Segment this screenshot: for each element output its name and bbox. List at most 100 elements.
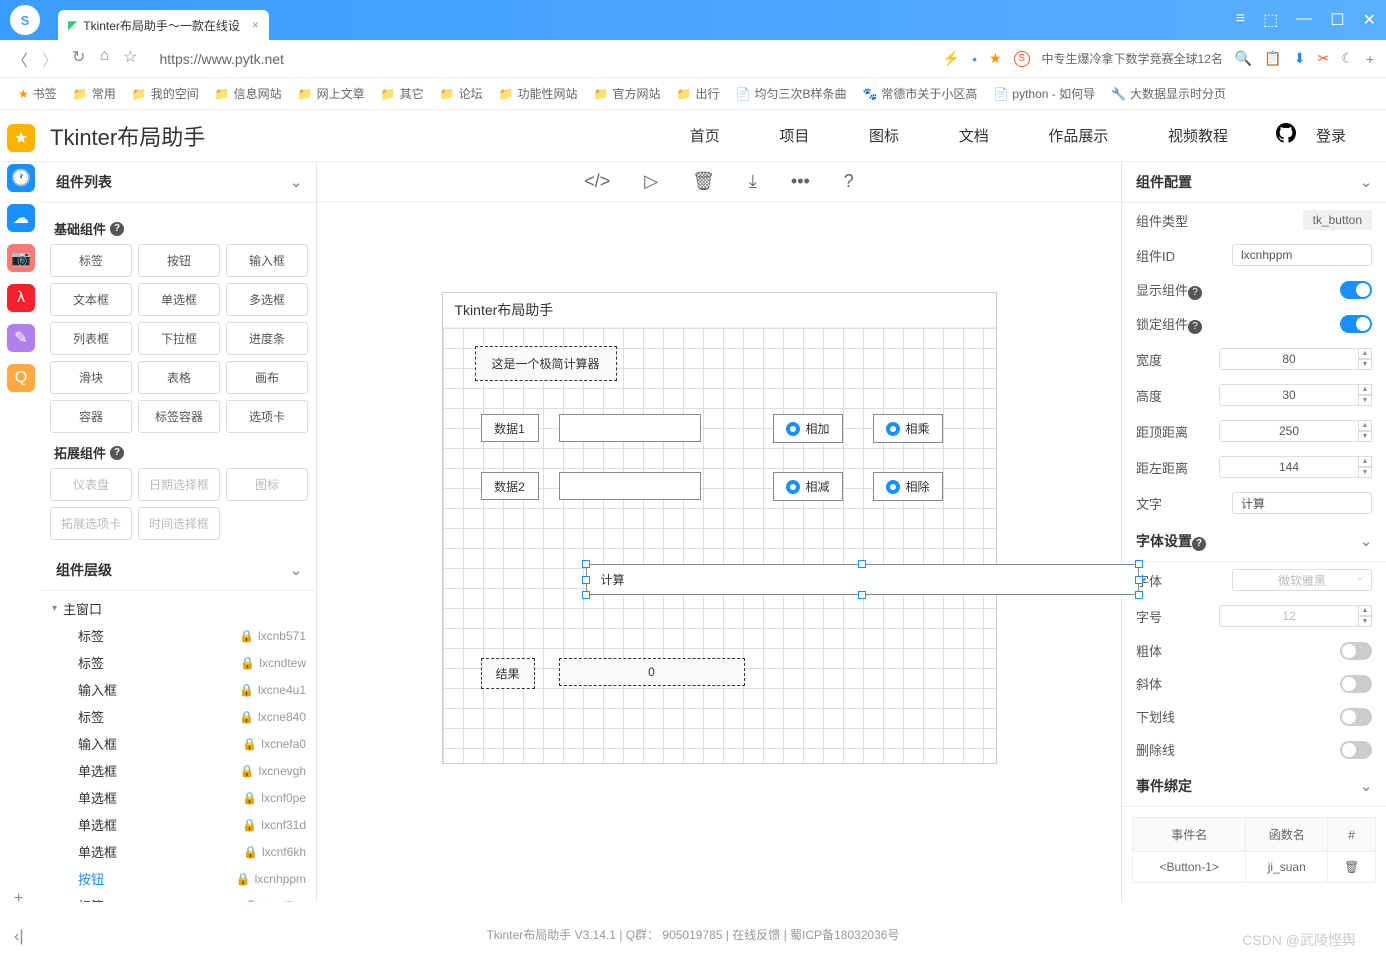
props-header[interactable]: 组件配置⌄ — [1122, 162, 1386, 203]
back-icon[interactable]: 〈 — [12, 47, 28, 71]
bm-9[interactable]: 出行 — [695, 85, 719, 102]
palette-标签容器[interactable]: 标签容器 — [138, 400, 220, 433]
spin-up[interactable]: ▲ — [1358, 384, 1372, 395]
reload-icon[interactable]: ↻ — [72, 47, 85, 71]
palette-按钮[interactable]: 按钮 — [138, 244, 220, 277]
palette-表格[interactable]: 表格 — [138, 361, 220, 394]
widget-data1-label[interactable]: 数据1 — [481, 414, 539, 442]
palette-单选框[interactable]: 单选框 — [138, 283, 220, 316]
rail-icon-4[interactable]: 📷 — [7, 244, 35, 272]
close-icon[interactable]: × — [252, 18, 259, 32]
help-icon[interactable]: ? — [110, 222, 124, 236]
palette-画布[interactable]: 画布 — [226, 361, 308, 394]
bm-5[interactable]: 其它 — [400, 85, 424, 102]
tree-root[interactable]: ▾主窗口 — [52, 595, 306, 622]
widget-radio-div[interactable]: 相除 — [873, 472, 943, 501]
dot-icon[interactable]: • — [972, 51, 977, 67]
nav-home[interactable]: 首页 — [690, 128, 720, 145]
bm-1[interactable]: 常用 — [92, 85, 116, 102]
moon-icon[interactable]: ☾ — [1341, 50, 1354, 67]
news-text[interactable]: 中专生爆冷拿下数学竞赛全球12名 — [1042, 50, 1223, 67]
palette-进度条[interactable]: 进度条 — [226, 322, 308, 355]
palette-输入框[interactable]: 输入框 — [226, 244, 308, 277]
tree-item[interactable]: 按钮🔒lxcnhppm — [52, 865, 306, 892]
widget-result-value[interactable]: 0 — [559, 658, 745, 686]
nav-project[interactable]: 项目 — [779, 128, 809, 145]
rail-icon-2[interactable]: 🕐 — [7, 164, 35, 192]
tree-item[interactable]: 单选框🔒lxcnf6kh — [52, 838, 306, 865]
prop-size-input[interactable] — [1219, 605, 1359, 627]
nav-docs[interactable]: 文档 — [959, 128, 989, 145]
rail-icon-6[interactable]: ✎ — [7, 324, 35, 352]
tree-item[interactable]: 标签🔒lxcni7sa — [52, 892, 306, 902]
spin-up[interactable]: ▲ — [1358, 348, 1372, 359]
bm-6[interactable]: 论坛 — [459, 85, 483, 102]
scissors-icon[interactable]: ✂ — [1318, 50, 1330, 67]
widget-radio-sub[interactable]: 相减 — [773, 472, 843, 501]
spin-down[interactable]: ▼ — [1358, 467, 1372, 478]
download-icon[interactable]: ⬇ — [1294, 50, 1306, 67]
palette-列表框[interactable]: 列表框 — [50, 322, 132, 355]
palette-下拉框[interactable]: 下拉框 — [138, 322, 220, 355]
tree-item[interactable]: 标签🔒lxcne840 — [52, 703, 306, 730]
spin-down[interactable]: ▼ — [1358, 431, 1372, 442]
rail-icon-3[interactable]: ☁ — [7, 204, 35, 232]
prop-show-toggle[interactable] — [1340, 281, 1372, 299]
widget-radio-add[interactable]: 相加 — [773, 414, 843, 443]
widget-data1-input[interactable] — [559, 414, 701, 442]
nav-gallery[interactable]: 作品展示 — [1048, 128, 1108, 145]
win-icon1[interactable]: ≡ — [1236, 10, 1245, 30]
win-icon2[interactable]: ⬚ — [1263, 10, 1278, 30]
search-icon[interactable]: 🔍 — [1235, 50, 1252, 67]
translate-icon[interactable]: 📋 — [1264, 50, 1281, 67]
code-icon[interactable]: </> — [584, 171, 610, 192]
prop-italic-toggle[interactable] — [1340, 675, 1372, 693]
widget-description-label[interactable]: 这是一个极简计算器 — [475, 346, 617, 381]
browser-tab[interactable]: ◤ Tkinter布局助手～一款在线设 × — [58, 10, 269, 40]
spin-up[interactable]: ▲ — [1358, 605, 1372, 616]
palette-时间选择框[interactable]: 时间选择框 — [138, 507, 220, 540]
palette-容器[interactable]: 容器 — [50, 400, 132, 433]
widget-compute-button[interactable]: 计算 — [586, 564, 1139, 595]
bm-7[interactable]: 功能性网站 — [518, 85, 578, 102]
palette-多选框[interactable]: 多选框 — [226, 283, 308, 316]
bm-10[interactable]: 均匀三次B样条曲 — [754, 85, 846, 102]
prop-underline-toggle[interactable] — [1340, 708, 1372, 726]
palette-图标[interactable]: 图标 — [226, 468, 308, 501]
login-link[interactable]: 登录 — [1316, 125, 1346, 146]
design-canvas[interactable]: 这是一个极简计算器 数据1 数据2 相加 相乘 相减 相除 计算 结果 — [443, 328, 996, 763]
tree-item[interactable]: 单选框🔒lxcnf31d — [52, 811, 306, 838]
prop-height-input[interactable] — [1219, 384, 1359, 406]
palette-选项卡[interactable]: 选项卡 — [226, 400, 308, 433]
play-icon[interactable]: ▷ — [644, 171, 658, 192]
bm-11[interactable]: 常德市关于小区高 — [881, 85, 977, 102]
close-window-icon[interactable]: ✕ — [1363, 10, 1376, 30]
delete-event-icon[interactable]: 🗑 — [1328, 852, 1376, 883]
download-icon[interactable]: ⤓ — [749, 171, 757, 192]
rail-icon-1[interactable]: ★ — [7, 124, 35, 152]
bm-0[interactable]: 书签 — [33, 85, 57, 102]
prop-text-input[interactable] — [1232, 492, 1372, 514]
prop-bold-toggle[interactable] — [1340, 642, 1372, 660]
collapse-icon[interactable]: ‹| — [14, 928, 23, 946]
widget-radio-mul[interactable]: 相乘 — [873, 414, 943, 443]
tree-item[interactable]: 标签🔒lxcnb571 — [52, 622, 306, 649]
hierarchy-header[interactable]: 组件层级 ⌄ — [42, 550, 316, 591]
spin-down[interactable]: ▼ — [1358, 395, 1372, 406]
home-icon[interactable]: ⌂ — [99, 47, 109, 71]
tree-item[interactable]: 单选框🔒lxcnf0pe — [52, 784, 306, 811]
add-icon[interactable]: + — [14, 890, 23, 908]
bm-12[interactable]: python - 如何导 — [1012, 85, 1095, 102]
bm-2[interactable]: 我的空间 — [151, 85, 199, 102]
bm-13[interactable]: 大数据显示时分页 — [1130, 85, 1226, 102]
spin-up[interactable]: ▲ — [1358, 420, 1372, 431]
spin-down[interactable]: ▼ — [1358, 359, 1372, 370]
palette-滑块[interactable]: 滑块 — [50, 361, 132, 394]
widget-data2-label[interactable]: 数据2 — [481, 472, 539, 500]
minimize-icon[interactable]: — — [1296, 10, 1312, 30]
rail-icon-5[interactable]: λ — [7, 284, 35, 312]
bm-8[interactable]: 官方网站 — [613, 85, 661, 102]
event-section-header[interactable]: 事件绑定⌄ — [1122, 766, 1386, 807]
more-icon[interactable]: ••• — [791, 171, 810, 192]
palette-文本框[interactable]: 文本框 — [50, 283, 132, 316]
